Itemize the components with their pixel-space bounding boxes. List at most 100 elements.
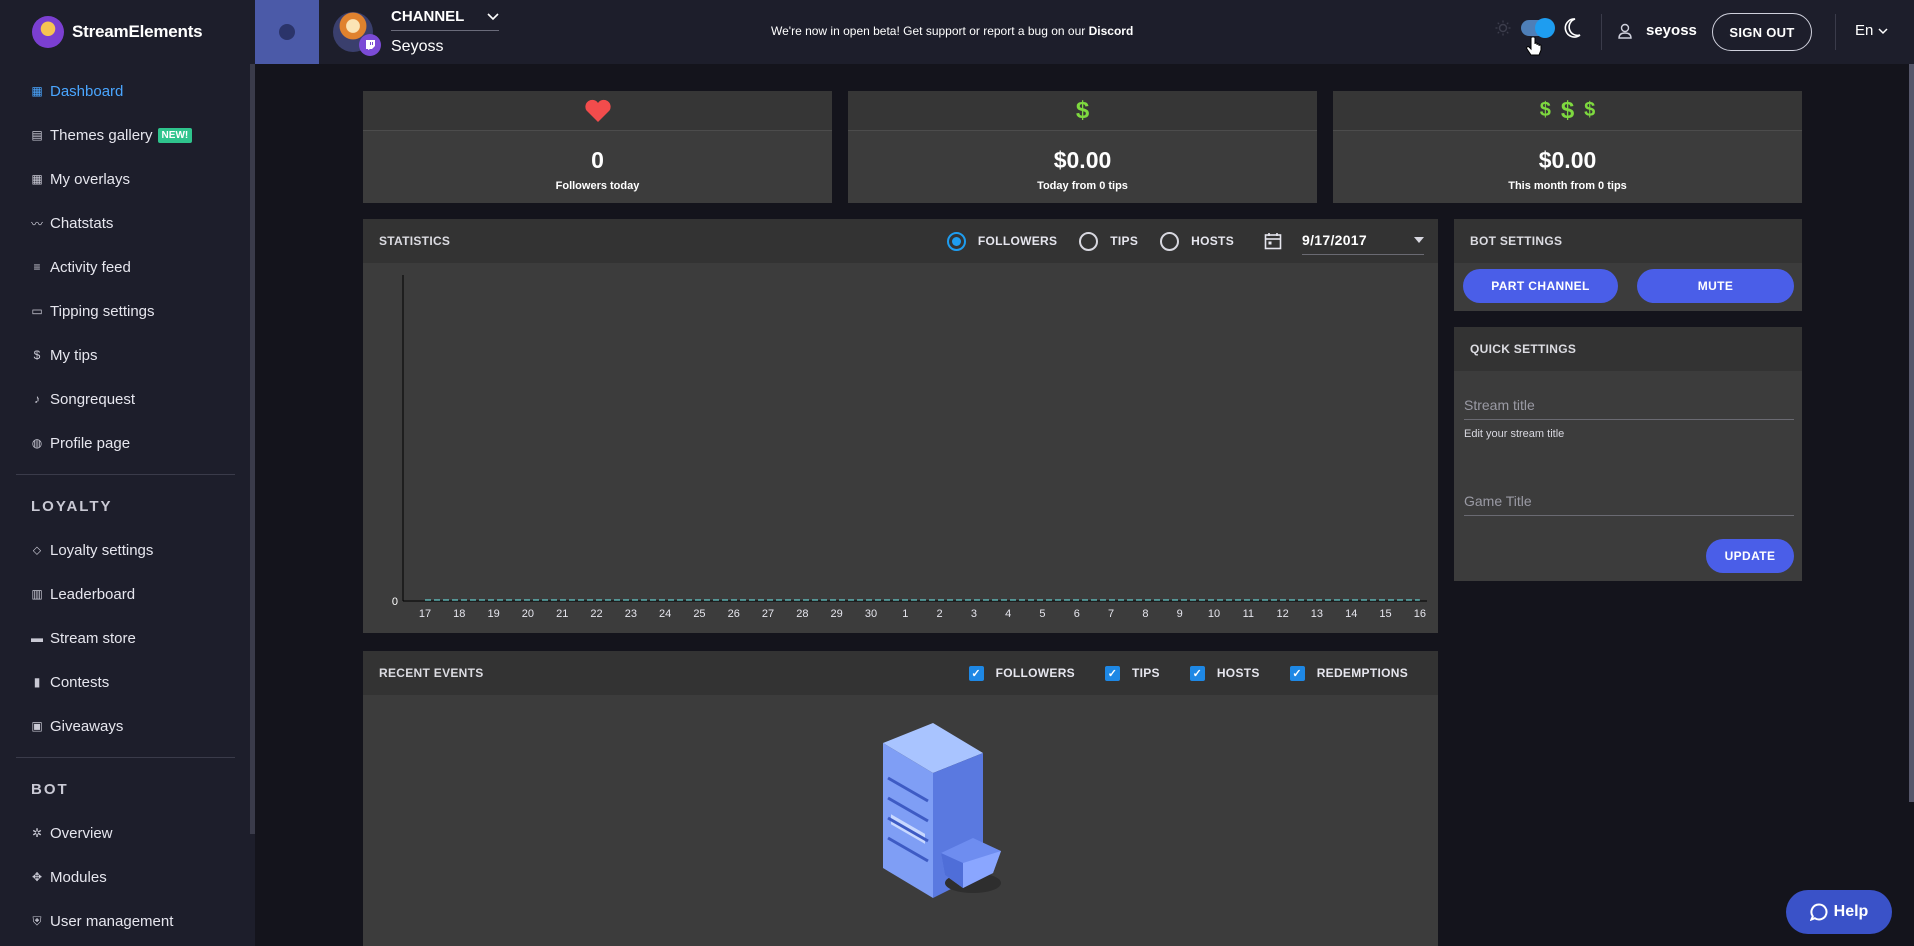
- grid-icon: ▤: [31, 128, 43, 142]
- stream-title-help: Edit your stream title: [1464, 428, 1565, 440]
- page-scrollbar[interactable]: [1909, 64, 1914, 802]
- x-tick-label: 30: [865, 608, 877, 620]
- beta-banner-text: We're now in open beta! Get support or r…: [771, 24, 1089, 38]
- sidebar-scrollbar[interactable]: [250, 64, 255, 834]
- sidebar-item-modules[interactable]: ✥ Modules: [0, 855, 255, 899]
- x-tick-label: 16: [1414, 608, 1426, 620]
- user-icon: [1618, 23, 1632, 39]
- part-channel-button[interactable]: PART CHANNEL: [1463, 269, 1618, 303]
- topbar-divider: [1601, 14, 1602, 50]
- caret-down-icon: [1878, 27, 1888, 34]
- bot-settings-panel: BOT SETTINGS PART CHANNEL MUTE: [1454, 219, 1802, 311]
- sidebar-item-profile-page[interactable]: ◍ Profile page: [0, 421, 255, 465]
- radio-tips[interactable]: TIPS: [1079, 231, 1138, 251]
- music-note-icon: ♪: [34, 392, 40, 406]
- stat-label: This month from 0 tips: [1508, 180, 1627, 192]
- filter-tips[interactable]: ✓ TIPS: [1104, 665, 1160, 681]
- channel-selector[interactable]: CHANNEL Seyoss: [319, 0, 499, 64]
- sign-out-button[interactable]: SIGN OUT: [1712, 13, 1812, 51]
- language-label: En: [1855, 22, 1874, 39]
- tips-month-card: $ $ $ $0.00 This month from 0 tips: [1333, 91, 1802, 203]
- sidebar-item-contests[interactable]: ▮ Contests: [0, 660, 255, 704]
- date-input[interactable]: 9/17/2017: [1302, 228, 1424, 255]
- sidebar-item-label: Songrequest: [50, 390, 136, 408]
- checkbox[interactable]: ✓: [1189, 665, 1205, 681]
- user-menu[interactable]: seyoss: [1618, 22, 1697, 39]
- stat-value: $0.00: [1538, 147, 1597, 173]
- stat-value: 0: [591, 147, 604, 173]
- followers-chart: 017 18 19 20 21 22 23 24 25 26 27 28 29 30 1 2 3 4 5 6 7 8 9 10…: [392, 275, 1427, 620]
- x-tick-label: 23: [625, 608, 637, 620]
- radio-button[interactable]: [946, 231, 966, 251]
- dashboard-icon: ▦: [31, 84, 43, 98]
- statistics-title: STATISTICS: [379, 234, 451, 248]
- filter-followers[interactable]: ✓ FOLLOWERS: [968, 665, 1075, 681]
- quick-settings-header: QUICK SETTINGS: [1454, 327, 1802, 371]
- sidebar-item-themes-gallery[interactable]: ▤ Themes gallery NEW!: [0, 113, 255, 157]
- leaderboard-icon: ▥: [31, 587, 43, 601]
- channel-name: Seyoss: [391, 38, 444, 55]
- list-icon: ≡: [33, 260, 41, 274]
- sidebar-item-giveaways[interactable]: ▣ Giveaways: [0, 704, 255, 748]
- globe-icon: ◍: [31, 436, 43, 450]
- x-tick-label: 12: [1277, 608, 1289, 620]
- sidebar-item-leaderboard[interactable]: ▥ Leaderboard: [0, 572, 255, 616]
- sidebar-item-label: Stream store: [50, 629, 136, 647]
- statistics-header: STATISTICS FOLLOWERS TIPS HOSTS 9/17/201…: [363, 219, 1438, 263]
- chevron-down-icon[interactable]: [487, 12, 499, 21]
- game-title-input[interactable]: Game Title: [1464, 493, 1794, 516]
- switch-knob: [1535, 18, 1555, 38]
- sidebar-item-user-management[interactable]: ⛨ User management: [0, 899, 255, 943]
- sidebar-item-my-tips[interactable]: $ My tips: [0, 333, 255, 377]
- sidebar-item-chatstats[interactable]: 〰 Chatstats: [0, 201, 255, 245]
- gift-icon: ▣: [31, 719, 43, 733]
- filter-redemptions[interactable]: ✓ REDEMPTIONS: [1289, 665, 1408, 681]
- channel-label: CHANNEL: [391, 8, 465, 25]
- radio-hosts[interactable]: HOSTS: [1160, 231, 1234, 251]
- date-picker[interactable]: 9/17/2017: [1264, 228, 1424, 255]
- dark-mode-switch[interactable]: [1521, 18, 1555, 38]
- username: seyoss: [1646, 22, 1697, 39]
- stream-title-input[interactable]: Stream title: [1464, 397, 1794, 420]
- modules-icon: ✥: [31, 870, 43, 884]
- bar-chart-icon: ▮: [33, 675, 41, 689]
- theme-toggle[interactable]: [1495, 18, 1581, 38]
- mute-button[interactable]: MUTE: [1637, 269, 1794, 303]
- help-button[interactable]: Help: [1786, 890, 1892, 934]
- sidebar-item-overview[interactable]: ✲ Overview: [0, 811, 255, 855]
- discord-link[interactable]: Discord: [1089, 24, 1134, 38]
- sidebar-item-songrequest[interactable]: ♪ Songrequest: [0, 377, 255, 421]
- account-avatar[interactable]: [255, 0, 319, 64]
- x-tick-label: 15: [1379, 608, 1391, 620]
- y-tick-label: 0: [392, 596, 398, 608]
- sidebar-item-label: Chatstats: [50, 214, 114, 232]
- x-tick-label: 21: [556, 608, 568, 620]
- checkbox[interactable]: ✓: [1289, 665, 1305, 681]
- sidebar-item-tipping-settings[interactable]: ▭ Tipping settings: [0, 289, 255, 333]
- sidebar-item-stream-store[interactable]: ▬ Stream store: [0, 616, 255, 660]
- filter-label: TIPS: [1131, 666, 1160, 680]
- filter-label: FOLLOWERS: [995, 666, 1075, 680]
- sidebar-item-my-overlays[interactable]: ▦ My overlays: [0, 157, 255, 201]
- statistics-panel: STATISTICS FOLLOWERS TIPS HOSTS 9/17/201…: [363, 219, 1438, 633]
- update-button[interactable]: UPDATE: [1706, 539, 1794, 573]
- x-tick-label: 29: [831, 608, 843, 620]
- quick-settings-panel: QUICK SETTINGS Stream title Edit your st…: [1454, 327, 1802, 581]
- filter-hosts[interactable]: ✓ HOSTS: [1189, 665, 1260, 681]
- calendar-icon[interactable]: [1264, 232, 1282, 250]
- sidebar-item-dashboard[interactable]: ▦ Dashboard: [0, 69, 255, 113]
- sidebar-item-activity-feed[interactable]: ≡ Activity feed: [0, 245, 255, 289]
- language-selector[interactable]: En: [1855, 22, 1888, 39]
- radio-button[interactable]: [1160, 231, 1180, 251]
- radio-button[interactable]: [1079, 231, 1099, 251]
- shield-icon: ⛨: [32, 913, 42, 928]
- checkbox[interactable]: ✓: [968, 665, 984, 681]
- filter-label: REDEMPTIONS: [1316, 666, 1408, 680]
- chat-bubble-icon: [1809, 903, 1828, 921]
- radio-followers[interactable]: FOLLOWERS: [946, 231, 1057, 251]
- avatar-dot: [279, 24, 295, 40]
- checkbox[interactable]: ✓: [1104, 665, 1120, 681]
- followers-today-card: 0 Followers today: [363, 91, 832, 203]
- sidebar-item-loyalty-settings[interactable]: ⬦ Loyalty settings: [0, 528, 255, 572]
- brand[interactable]: StreamElements: [0, 0, 255, 64]
